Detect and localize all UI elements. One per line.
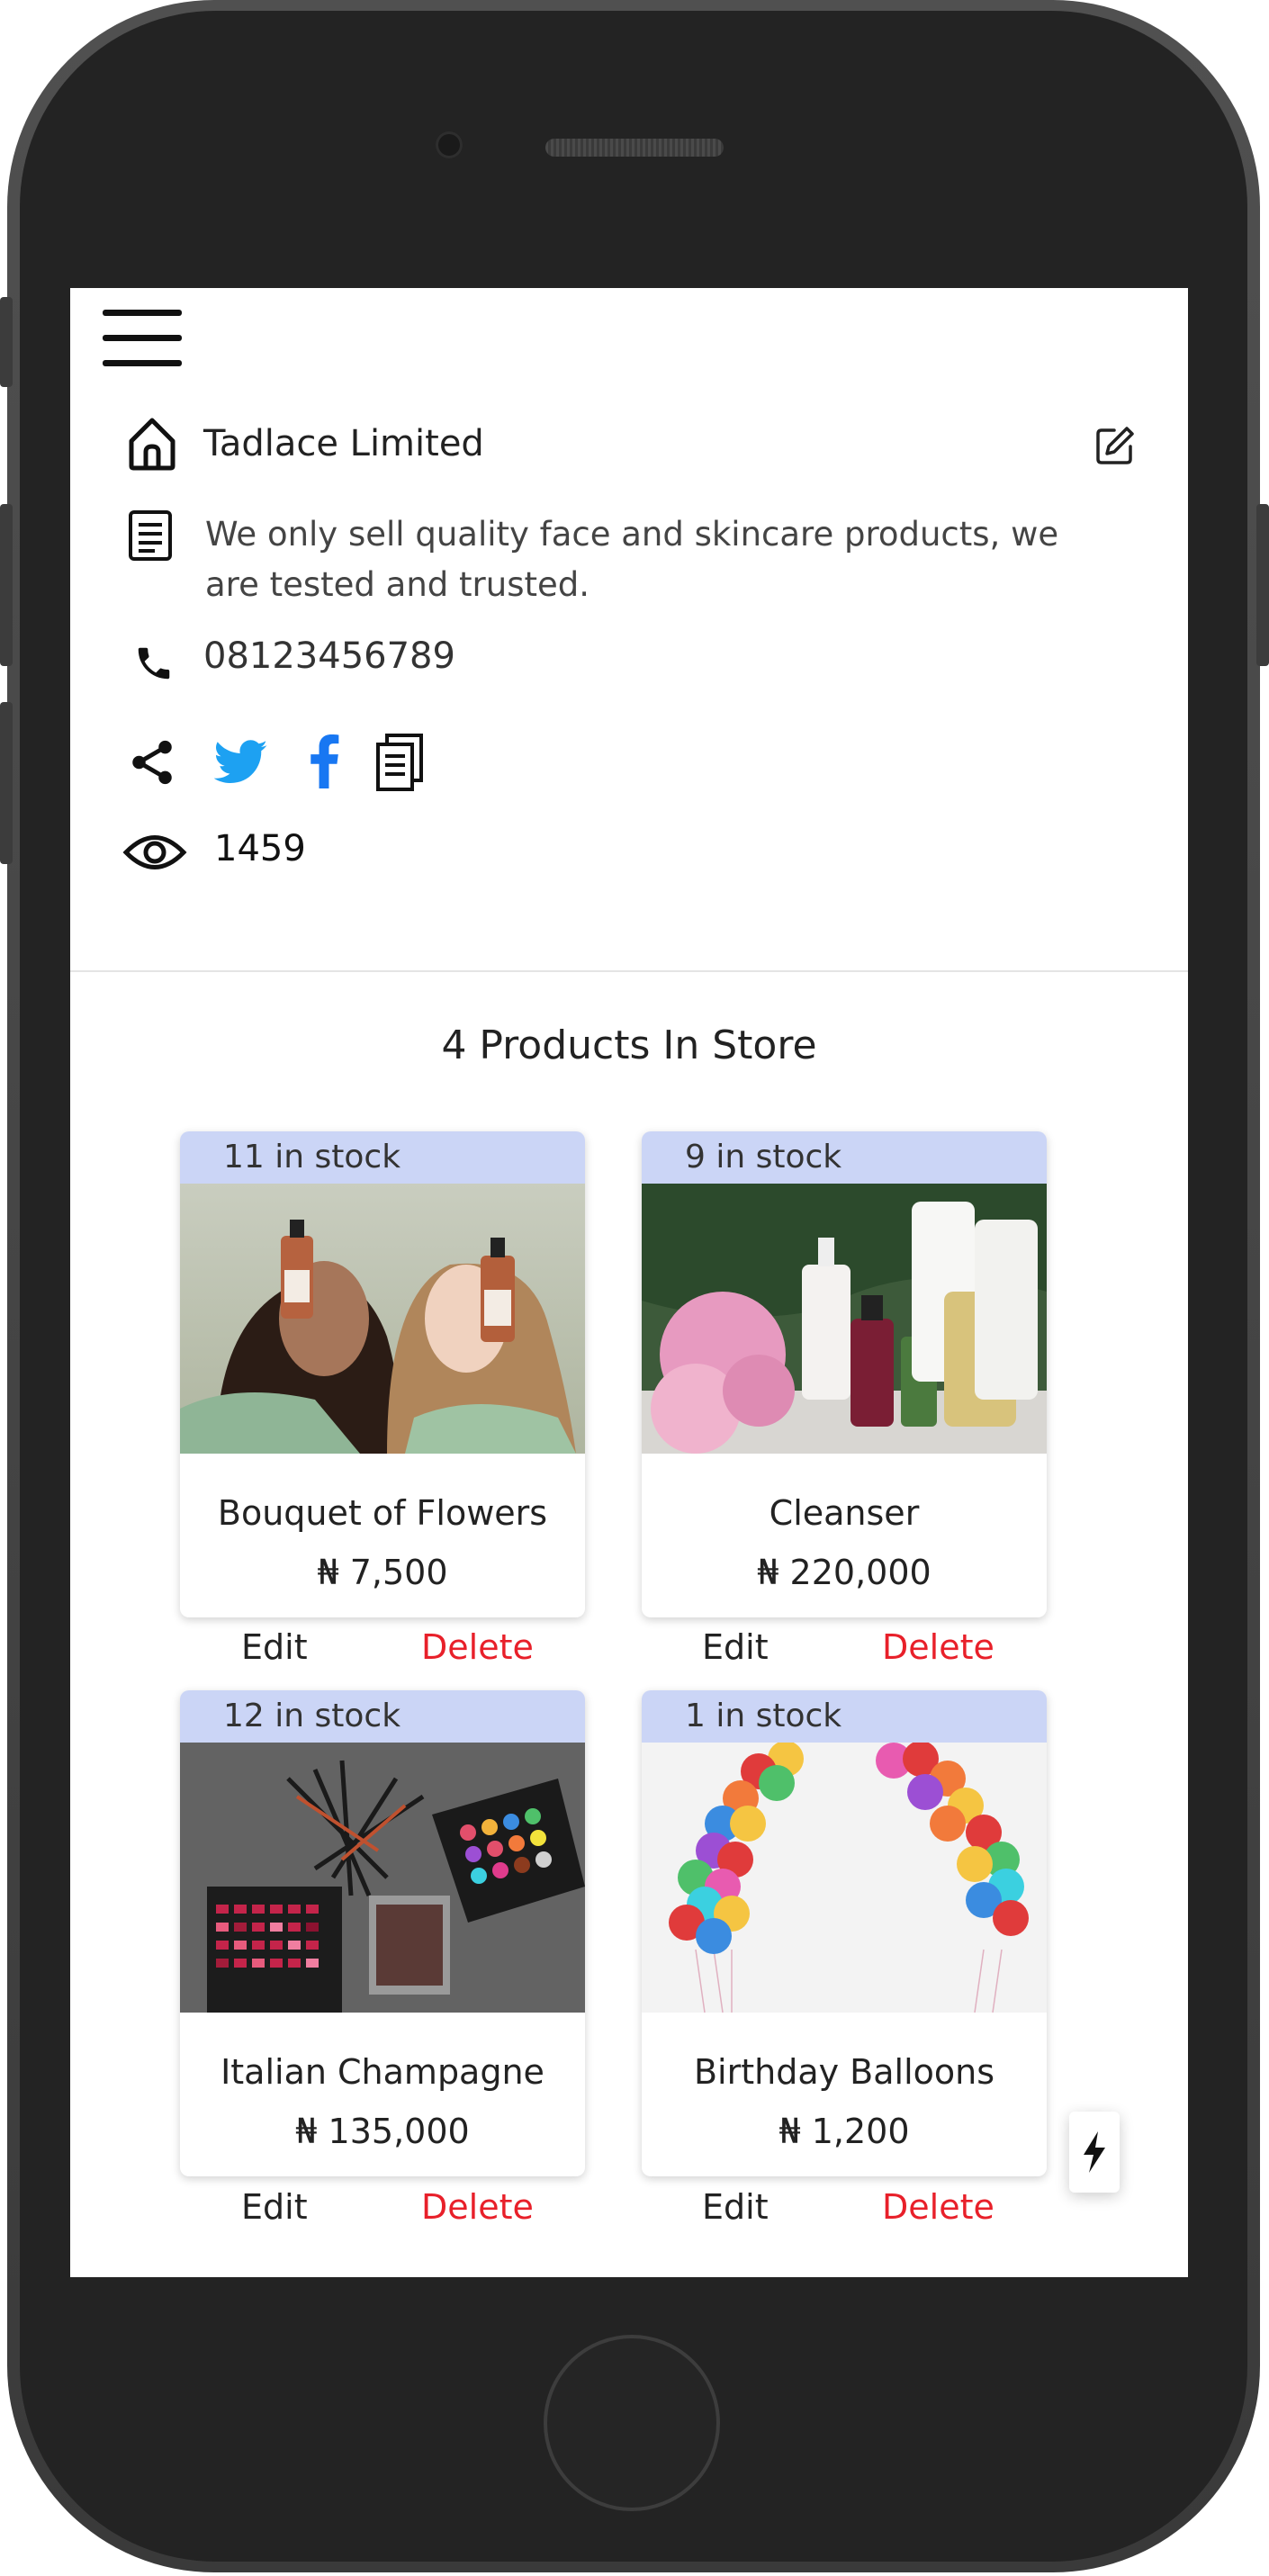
earpiece-speaker [545, 139, 724, 157]
stock-count: 12 in stock [223, 1698, 401, 1734]
product-price: ₦ 1,200 [778, 2112, 910, 2151]
home-button[interactable] [544, 2335, 720, 2511]
edit-button[interactable]: Edit [241, 1627, 308, 1667]
stock-bar: 11 in stock [180, 1131, 585, 1184]
product-image[interactable] [180, 1184, 585, 1454]
stock-count: 9 in stock [685, 1139, 842, 1175]
products-title: 4 Products In Store [441, 1022, 817, 1068]
copy-icon[interactable] [374, 733, 425, 792]
app-screen: Tadlace Limited We only sell quality fac… [70, 288, 1188, 2277]
hamburger-menu-icon[interactable] [103, 308, 182, 367]
product-price: ₦ 220,000 [757, 1553, 932, 1592]
eye-icon [122, 835, 187, 869]
product-card[interactable]: 12 in stock Italian Champagne ₦ 135,000 [180, 1690, 585, 2176]
stock-bar: 12 in stock [180, 1690, 585, 1743]
product-name: Cleanser [769, 1493, 920, 1533]
product-name: Italian Champagne [220, 2052, 544, 2092]
delete-button[interactable]: Delete [421, 1627, 534, 1667]
store-phone: 08123456789 [203, 635, 455, 677]
power-button [1256, 504, 1269, 666]
store-view-count: 1459 [214, 828, 306, 869]
product-card[interactable]: 9 in stock Cleanser ₦ 220,000 [642, 1131, 1047, 1617]
stock-bar: 9 in stock [642, 1131, 1047, 1184]
delete-button[interactable]: Delete [882, 2187, 994, 2227]
edit-button[interactable]: Edit [702, 1627, 769, 1667]
store-description: We only sell quality face and skincare p… [205, 515, 1059, 604]
delete-button[interactable]: Delete [421, 2187, 534, 2227]
stock-count: 1 in stock [685, 1698, 842, 1734]
front-camera [436, 131, 463, 158]
stock-count: 11 in stock [223, 1139, 401, 1175]
quick-action-button[interactable] [1069, 2112, 1120, 2193]
volume-up-button [0, 504, 13, 666]
home-icon [129, 418, 176, 471]
product-image[interactable] [642, 1743, 1047, 2013]
document-icon [129, 510, 172, 561]
delete-button[interactable]: Delete [882, 1627, 994, 1667]
section-divider [70, 970, 1188, 972]
facebook-icon[interactable] [308, 734, 340, 788]
store-name: Tadlace Limited [203, 423, 484, 464]
product-image[interactable] [180, 1743, 585, 2013]
volume-down-button [0, 702, 13, 864]
edit-button[interactable]: Edit [702, 2187, 769, 2227]
twitter-icon[interactable] [214, 740, 268, 785]
phone-icon [138, 647, 170, 680]
edit-icon[interactable] [1094, 425, 1136, 466]
product-name: Bouquet of Flowers [217, 1493, 548, 1533]
lightning-icon [1084, 2131, 1105, 2173]
product-name: Birthday Balloons [693, 2052, 995, 2092]
product-card[interactable]: 11 in stock Bouquet of Flowers ₦ 7,500 [180, 1131, 585, 1617]
edit-button[interactable]: Edit [241, 2187, 308, 2227]
product-image[interactable] [642, 1184, 1047, 1454]
mute-switch [0, 297, 13, 387]
product-price: ₦ 135,000 [295, 2112, 470, 2151]
stock-bar: 1 in stock [642, 1690, 1047, 1743]
product-card[interactable]: 1 in stock Birthday Balloons ₦ 1,200 [642, 1690, 1047, 2176]
product-price: ₦ 7,500 [317, 1553, 448, 1592]
share-icon[interactable] [126, 736, 178, 788]
